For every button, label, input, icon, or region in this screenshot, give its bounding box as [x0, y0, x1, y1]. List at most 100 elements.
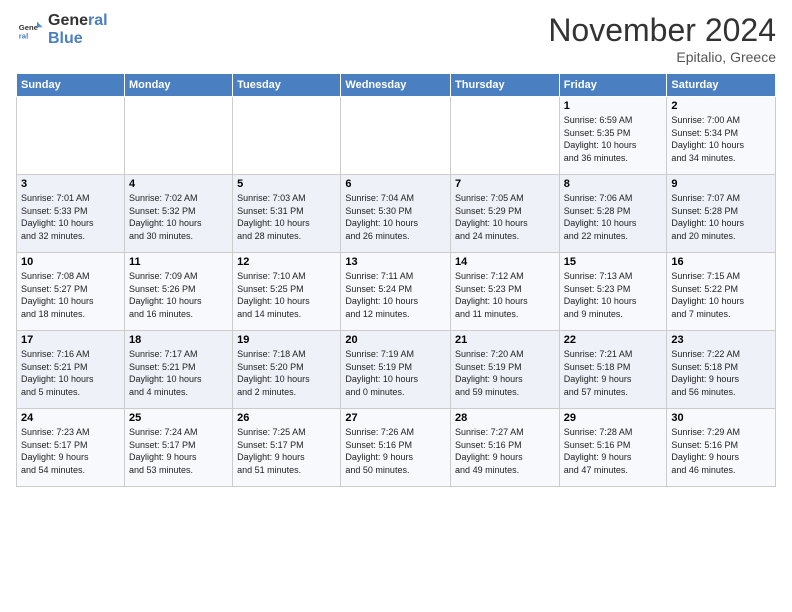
day-number: 17 [21, 334, 120, 346]
day-info: Sunrise: 7:04 AM Sunset: 5:30 PM Dayligh… [345, 192, 446, 242]
calendar-cell: 27 Sunrise: 7:26 AM Sunset: 5:16 PM Dayli… [341, 409, 451, 487]
page-container: Gene ral General Blue November 2024 Epit… [0, 0, 792, 495]
day-number: 20 [345, 334, 446, 346]
day-number: 4 [129, 178, 228, 190]
day-info: Sunrise: 7:05 AM Sunset: 5:29 PM Dayligh… [455, 192, 555, 242]
calendar-cell: 4Sunrise: 7:02 AM Sunset: 5:32 PM Daylig… [124, 175, 232, 253]
day-info: Sunrise: 7:27 AM Sunset: 5:16 PM Dayligh… [455, 426, 555, 476]
day-number: 28 [455, 412, 555, 424]
day-header-friday: Friday [559, 74, 667, 97]
header: Gene ral General Blue November 2024 Epit… [16, 12, 776, 65]
day-info: Sunrise: 7:12 AM Sunset: 5:23 PM Dayligh… [455, 270, 555, 320]
calendar-cell: 28 Sunrise: 7:27 AM Sunset: 5:16 PM Dayli… [451, 409, 560, 487]
calendar-cell: 13Sunrise: 7:11 AM Sunset: 5:24 PM Dayli… [341, 253, 451, 331]
day-number: 18 [129, 334, 228, 346]
day-header-thursday: Thursday [451, 74, 560, 97]
calendar-cell: 29Sunrise: 7:28 AM Sunset: 5:16 PM Dayli… [559, 409, 667, 487]
svg-text:Gene: Gene [19, 23, 39, 32]
calendar-cell: 8 Sunrise: 7:06 AM Sunset: 5:28 PM Daylig… [559, 175, 667, 253]
day-number: 29 [564, 412, 663, 424]
day-header-saturday: Saturday [667, 74, 776, 97]
day-number: 15 [564, 256, 663, 268]
calendar-cell: 15Sunrise: 7:13 AM Sunset: 5:23 PM Dayli… [559, 253, 667, 331]
calendar-cell: 10 Sunrise: 7:08 AM Sunset: 5:27 PM Dayli… [17, 253, 125, 331]
day-number: 27 [345, 412, 446, 424]
day-number: 14 [455, 256, 555, 268]
day-info: Sunrise: 7:03 AM Sunset: 5:31 PM Dayligh… [237, 192, 336, 242]
location: Epitalio, Greece [548, 49, 776, 65]
day-number: 22 [564, 334, 663, 346]
logo-blue: ral [88, 12, 108, 29]
logo-general: Gene [48, 12, 88, 29]
calendar-cell: 21 Sunrise: 7:20 AM Sunset: 5:19 PM Dayli… [451, 331, 560, 409]
calendar-cell: 26Sunrise: 7:25 AM Sunset: 5:17 PM Dayli… [233, 409, 341, 487]
day-info: Sunrise: 7:00 AM Sunset: 5:34 PM Dayligh… [671, 114, 771, 164]
month-title: November 2024 [548, 12, 776, 49]
day-number: 2 [671, 100, 771, 112]
day-info: Sunrise: 7:16 AM Sunset: 5:21 PM Dayligh… [21, 348, 120, 398]
day-number: 24 [21, 412, 120, 424]
day-number: 12 [237, 256, 336, 268]
day-number: 10 [21, 256, 120, 268]
day-info: Sunrise: 6:59 AM Sunset: 5:35 PM Dayligh… [564, 114, 663, 164]
day-number: 7 [455, 178, 555, 190]
day-info: Sunrise: 7:18 AM Sunset: 5:20 PM Dayligh… [237, 348, 336, 398]
header-row: SundayMondayTuesdayWednesdayThursdayFrid… [17, 74, 776, 97]
day-info: Sunrise: 7:29 AM Sunset: 5:16 PM Dayligh… [671, 426, 771, 476]
logo: Gene ral General Blue [16, 12, 108, 47]
calendar-cell: 7 Sunrise: 7:05 AM Sunset: 5:29 PM Daylig… [451, 175, 560, 253]
calendar-cell: 23Sunrise: 7:22 AM Sunset: 5:18 PM Dayli… [667, 331, 776, 409]
week-row-3: 10 Sunrise: 7:08 AM Sunset: 5:27 PM Dayli… [17, 253, 776, 331]
day-info: Sunrise: 7:21 AM Sunset: 5:18 PM Dayligh… [564, 348, 663, 398]
day-number: 21 [455, 334, 555, 346]
calendar-cell: 6 Sunrise: 7:04 AM Sunset: 5:30 PM Daylig… [341, 175, 451, 253]
day-header-wednesday: Wednesday [341, 74, 451, 97]
week-row-1: 1Sunrise: 6:59 AM Sunset: 5:35 PM Daylig… [17, 97, 776, 175]
calendar-cell: 18 Sunrise: 7:17 AM Sunset: 5:21 PM Dayli… [124, 331, 232, 409]
svg-text:ral: ral [19, 31, 28, 40]
day-info: Sunrise: 7:10 AM Sunset: 5:25 PM Dayligh… [237, 270, 336, 320]
week-row-5: 24Sunrise: 7:23 AM Sunset: 5:17 PM Dayli… [17, 409, 776, 487]
title-block: November 2024 Epitalio, Greece [548, 12, 776, 65]
day-info: Sunrise: 7:20 AM Sunset: 5:19 PM Dayligh… [455, 348, 555, 398]
day-info: Sunrise: 7:11 AM Sunset: 5:24 PM Dayligh… [345, 270, 446, 320]
calendar-cell: 12 Sunrise: 7:10 AM Sunset: 5:25 PM Dayli… [233, 253, 341, 331]
day-number: 3 [21, 178, 120, 190]
day-info: Sunrise: 7:07 AM Sunset: 5:28 PM Dayligh… [671, 192, 771, 242]
day-info: Sunrise: 7:15 AM Sunset: 5:22 PM Dayligh… [671, 270, 771, 320]
calendar-cell: 14 Sunrise: 7:12 AM Sunset: 5:23 PM Dayli… [451, 253, 560, 331]
calendar-cell [233, 97, 341, 175]
day-number: 5 [237, 178, 336, 190]
day-info: Sunrise: 7:17 AM Sunset: 5:21 PM Dayligh… [129, 348, 228, 398]
calendar-cell: 30 Sunrise: 7:29 AM Sunset: 5:16 PM Dayli… [667, 409, 776, 487]
day-number: 19 [237, 334, 336, 346]
calendar-cell: 5 Sunrise: 7:03 AM Sunset: 5:31 PM Daylig… [233, 175, 341, 253]
calendar-cell: 16 Sunrise: 7:15 AM Sunset: 5:22 PM Dayli… [667, 253, 776, 331]
calendar-cell: 2 Sunrise: 7:00 AM Sunset: 5:34 PM Daylig… [667, 97, 776, 175]
day-number: 8 [564, 178, 663, 190]
day-info: Sunrise: 7:26 AM Sunset: 5:16 PM Dayligh… [345, 426, 446, 476]
calendar-cell: 9Sunrise: 7:07 AM Sunset: 5:28 PM Daylig… [667, 175, 776, 253]
day-header-monday: Monday [124, 74, 232, 97]
day-number: 30 [671, 412, 771, 424]
calendar-cell: 22 Sunrise: 7:21 AM Sunset: 5:18 PM Dayli… [559, 331, 667, 409]
day-info: Sunrise: 7:08 AM Sunset: 5:27 PM Dayligh… [21, 270, 120, 320]
calendar-cell: 3Sunrise: 7:01 AM Sunset: 5:33 PM Daylig… [17, 175, 125, 253]
calendar-cell: 25Sunrise: 7:24 AM Sunset: 5:17 PM Dayli… [124, 409, 232, 487]
calendar-table: SundayMondayTuesdayWednesdayThursdayFrid… [16, 73, 776, 487]
calendar-cell: 1Sunrise: 6:59 AM Sunset: 5:35 PM Daylig… [559, 97, 667, 175]
day-info: Sunrise: 7:09 AM Sunset: 5:26 PM Dayligh… [129, 270, 228, 320]
day-info: Sunrise: 7:06 AM Sunset: 5:28 PM Dayligh… [564, 192, 663, 242]
day-header-sunday: Sunday [17, 74, 125, 97]
day-number: 6 [345, 178, 446, 190]
day-info: Sunrise: 7:22 AM Sunset: 5:18 PM Dayligh… [671, 348, 771, 398]
day-number: 16 [671, 256, 771, 268]
day-number: 11 [129, 256, 228, 268]
week-row-4: 17 Sunrise: 7:16 AM Sunset: 5:21 PM Dayli… [17, 331, 776, 409]
calendar-cell: 11 Sunrise: 7:09 AM Sunset: 5:26 PM Dayli… [124, 253, 232, 331]
calendar-cell: 17 Sunrise: 7:16 AM Sunset: 5:21 PM Dayli… [17, 331, 125, 409]
day-header-tuesday: Tuesday [233, 74, 341, 97]
day-number: 25 [129, 412, 228, 424]
day-info: Sunrise: 7:19 AM Sunset: 5:19 PM Dayligh… [345, 348, 446, 398]
calendar-cell: 20 Sunrise: 7:19 AM Sunset: 5:19 PM Dayli… [341, 331, 451, 409]
